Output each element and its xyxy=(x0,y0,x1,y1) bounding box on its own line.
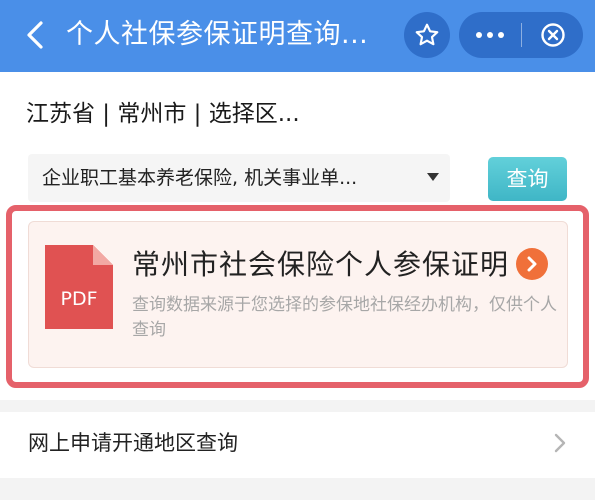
chevron-left-icon xyxy=(27,21,43,49)
back-button[interactable] xyxy=(18,18,52,52)
section-divider xyxy=(0,400,595,412)
chevron-right-circle-icon xyxy=(516,248,548,280)
title-bar: 个人社保参保证明查询... xyxy=(0,0,595,72)
region-selector[interactable]: 江苏省 | 常州市 | 选择区... xyxy=(26,96,300,132)
insurance-type-select[interactable]: 企业职工基本养老保险, 机关事业单... xyxy=(28,154,450,202)
insurance-type-value: 企业职工基本养老保险, 机关事业单... xyxy=(42,167,358,189)
close-button[interactable] xyxy=(522,12,583,58)
online-apply-row[interactable]: 网上申请开通地区查询 xyxy=(0,412,595,478)
chevron-right-icon xyxy=(554,433,566,453)
pdf-file-icon: PDF xyxy=(45,245,113,329)
more-dots-icon xyxy=(476,32,482,38)
certificate-description: 查询数据来源于您选择的参保地社保经办机构，仅供个人查询 xyxy=(132,295,557,340)
close-circle-icon xyxy=(540,23,565,47)
certificate-card[interactable]: PDF 常州市社会保险个人参保证明 查询数据来源于您选择的参保地社保经办机构，仅… xyxy=(28,221,568,368)
star-icon xyxy=(415,23,439,46)
bottom-spacer xyxy=(0,478,595,500)
mini-program-capsule xyxy=(459,12,583,58)
query-button[interactable]: 查询 xyxy=(488,157,567,201)
more-button[interactable] xyxy=(459,12,521,58)
caret-down-icon xyxy=(427,173,439,181)
favorite-button[interactable] xyxy=(404,12,450,58)
page-title: 个人社保参保证明查询... xyxy=(66,19,369,50)
pdf-icon-label: PDF xyxy=(60,288,97,310)
online-apply-label: 网上申请开通地区查询 xyxy=(28,431,238,455)
certificate-title: 常州市社会保险个人参保证明 xyxy=(132,248,510,281)
